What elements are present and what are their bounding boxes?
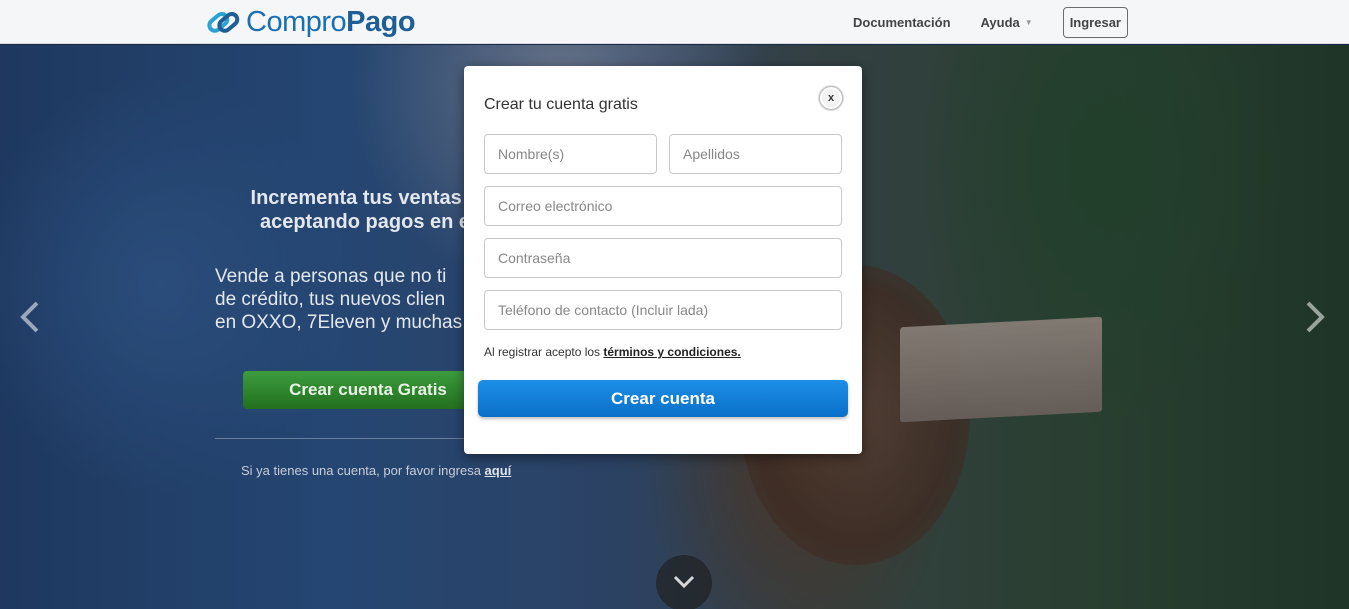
hero-subtitle: Vende a personas que no ti de crédito, t… [215, 265, 485, 334]
chevron-left-icon[interactable] [15, 297, 45, 337]
email-field[interactable] [484, 186, 842, 226]
terms-link[interactable]: términos y condiciones. [603, 345, 740, 359]
hero-subtitle-line3: en OXXO, 7Eleven y muchas [215, 312, 463, 333]
logo-icon [206, 8, 242, 36]
login-button[interactable]: Ingresar [1062, 6, 1128, 38]
chevron-down-icon [672, 573, 696, 594]
nav-links: Documentación Ayuda ▼ Ingresar [853, 0, 1128, 44]
brand-name-part2: Pago [346, 5, 416, 38]
scroll-down-button[interactable] [656, 555, 712, 609]
create-account-button[interactable]: Crear cuenta [478, 380, 848, 417]
brand-logo[interactable]: ComproPago [206, 5, 416, 39]
brand-name: ComproPago [246, 5, 416, 39]
nav-documentation-link[interactable]: Documentación [853, 15, 951, 30]
hero-login-prompt: Si ya tienes una cuenta, por favor ingre… [241, 463, 511, 478]
hero-create-account-button[interactable]: Crear cuenta Gratis [243, 371, 473, 409]
top-navbar: ComproPago Documentación Ayuda ▼ Ingresa… [0, 0, 1349, 44]
nav-help-label: Ayuda [980, 14, 1020, 30]
hero-subtitle-line2: de crédito, tus nuevos clien [215, 289, 446, 310]
caret-down-icon: ▼ [1024, 17, 1033, 27]
hero-subtitle-line1: Vende a personas que no ti [215, 266, 447, 287]
last-name-field[interactable] [669, 134, 842, 174]
brand-name-part1: Compro [246, 5, 347, 38]
terms-notice: Al registrar acepto los términos y condi… [484, 345, 741, 359]
hero-login-link[interactable]: aquí [485, 463, 512, 478]
hero-divider [215, 438, 475, 439]
first-name-field[interactable] [484, 134, 657, 174]
signup-modal: Crear tu cuenta gratis x Al registrar ac… [464, 66, 862, 454]
password-field[interactable] [484, 238, 842, 278]
terms-prefix: Al registrar acepto los [484, 345, 604, 359]
phone-field[interactable] [484, 290, 842, 330]
hero-login-text: Si ya tienes una cuenta, por favor ingre… [241, 463, 485, 478]
modal-title: Crear tu cuenta gratis [484, 96, 638, 113]
nav-help-dropdown[interactable]: Ayuda ▼ [981, 15, 1033, 30]
chevron-right-icon[interactable] [1300, 297, 1330, 337]
close-icon[interactable]: x [819, 86, 843, 110]
